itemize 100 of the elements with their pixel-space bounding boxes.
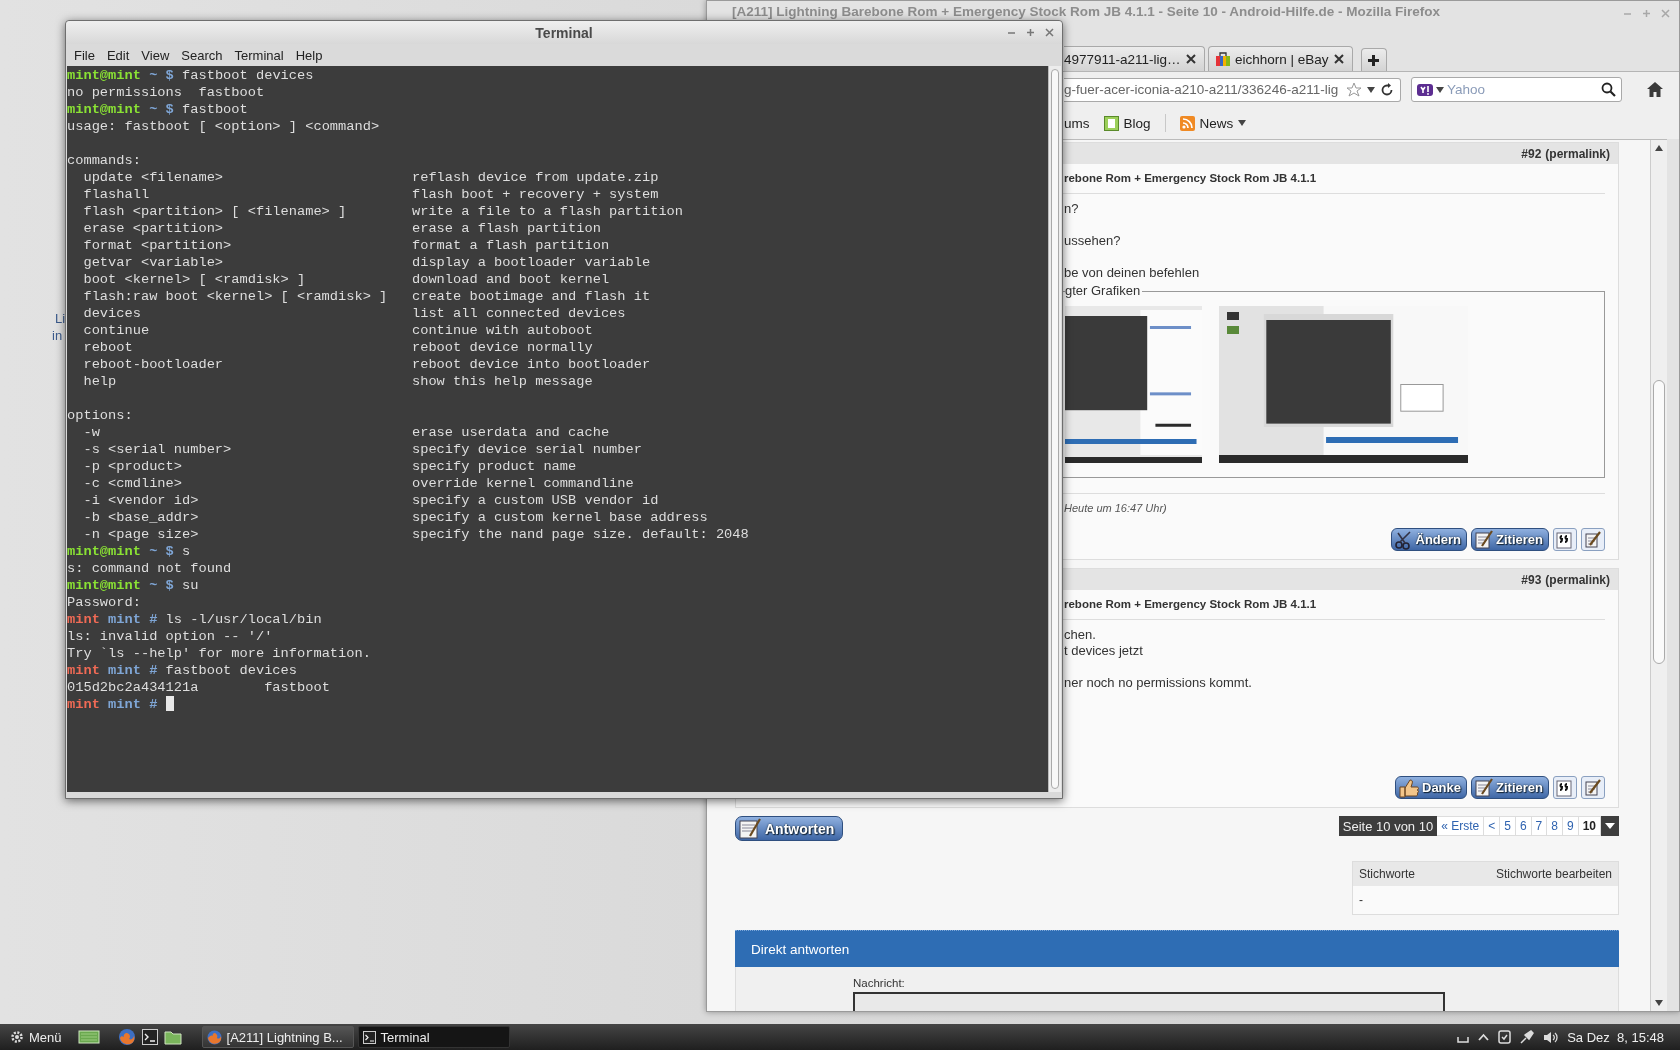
maximize-icon[interactable]	[1026, 28, 1035, 37]
dropdown-icon[interactable]	[1367, 86, 1375, 93]
edit-button[interactable]: Ändern	[1390, 528, 1468, 551]
scrollbar[interactable]	[1650, 140, 1667, 1011]
window-title: Terminal	[535, 24, 593, 41]
permalink-link[interactable]: (permalink)	[1545, 572, 1610, 587]
clock[interactable]: Sa Dez 8, 15:48	[1567, 1029, 1664, 1045]
help-command: -w	[83, 424, 100, 441]
volume-icon[interactable]	[1543, 1030, 1560, 1044]
menu-item[interactable]: Edit	[100, 45, 136, 65]
browser-tab[interactable]: 4977911-a211-lig…	[1064, 46, 1205, 71]
home-icon[interactable]	[1646, 81, 1664, 98]
menu-item[interactable]: Terminal	[228, 45, 290, 65]
document-pencil-icon	[1584, 530, 1602, 549]
terminal-command: s	[182, 544, 191, 559]
quote-button[interactable]: Zitieren	[1471, 528, 1549, 551]
help-command: reboot-bootloader	[83, 356, 224, 373]
terminal-command: ls -l/usr/local/bin	[165, 612, 322, 627]
shopping-bag-icon	[1215, 51, 1231, 67]
menu-button[interactable]: Menü	[6, 1026, 66, 1048]
bookmark-item[interactable]: Blog	[1103, 115, 1151, 131]
help-command: -c <cmdline>	[83, 475, 182, 492]
scrollbar[interactable]	[1048, 66, 1061, 792]
scrollbar-thumb[interactable]	[1653, 380, 1665, 664]
address-field[interactable]: g-fuer-acer-iconia-a210-a211/336246-a211-lig	[1064, 82, 1341, 97]
bookmark-star-icon[interactable]	[1346, 81, 1362, 98]
taskbar-button[interactable]: Terminal	[357, 1026, 510, 1048]
edit-note: Heute um 16:47 Uhr)	[1064, 502, 1167, 514]
address-bar[interactable]: g-fuer-acer-iconia-a210-a211/336246-a211-lig	[1064, 77, 1401, 102]
help-command: devices	[83, 305, 141, 322]
post-text: n?	[1064, 201, 1079, 217]
help-description: specify a custom kernel base address	[411, 509, 708, 526]
permalink-link[interactable]: (permalink)	[1545, 146, 1610, 161]
thanks-button[interactable]: Danke	[1395, 776, 1468, 799]
scroll-down-arrow-icon[interactable]	[1654, 999, 1664, 1007]
search-icon[interactable]	[1601, 82, 1616, 97]
post-title: rebone Rom + Emergency Stock Rom JB 4.1.1	[1064, 598, 1317, 612]
quick-edit-button[interactable]	[1581, 528, 1605, 551]
multi-quote-button[interactable]	[1553, 776, 1577, 799]
post-number[interactable]: #93	[1521, 572, 1542, 587]
browser-tab[interactable]: eichhorn | eBay	[1208, 46, 1353, 71]
blog-icon	[1103, 115, 1119, 131]
help-description: reflash device from update.zip	[411, 169, 659, 186]
firefox-icon[interactable]	[117, 1028, 136, 1046]
up-caret-icon[interactable]	[1478, 1033, 1490, 1041]
terminal-command: fastboot devices	[165, 663, 297, 678]
reload-icon[interactable]	[1380, 82, 1394, 97]
update-shield-icon[interactable]	[1498, 1030, 1512, 1044]
new-tab-button[interactable]	[1360, 48, 1387, 71]
post-title: rebone Rom + Emergency Stock Rom JB 4.1.1	[1064, 172, 1317, 186]
close-icon[interactable]	[1186, 54, 1196, 64]
search-bar[interactable]: Yahoo	[1411, 77, 1622, 102]
help-command: continue	[83, 322, 150, 339]
terminal-output: commands:	[67, 153, 141, 168]
menu-item[interactable]: Search	[175, 45, 229, 65]
menu-item[interactable]: File	[68, 45, 101, 65]
post-text: ussehen?	[1064, 233, 1121, 249]
taskbar-button[interactable]: [A211] Lightning B...	[201, 1026, 354, 1048]
help-description: write a file to a flash partition	[411, 203, 684, 220]
show-desktop-icon[interactable]	[77, 1029, 100, 1045]
page-menu-button[interactable]	[1601, 816, 1619, 836]
terminal-prompt: mint@mint ~ $	[67, 544, 174, 559]
help-command: -s <serial number>	[83, 441, 232, 458]
page-link[interactable]: 10	[1578, 816, 1601, 836]
firefox-icon	[206, 1029, 222, 1045]
quick-edit-button[interactable]	[1581, 776, 1605, 799]
page-indicator: Seite 10 von 10	[1338, 816, 1438, 836]
terminal-output: ls: invalid option -- '/'	[67, 629, 273, 644]
bookmark-item[interactable]: ums	[1064, 115, 1090, 131]
reply-button[interactable]: Antworten	[735, 816, 844, 841]
terminal-output: usage: fastboot [ <option> ] <command>	[67, 119, 380, 134]
menu-item[interactable]: View	[135, 45, 176, 65]
post-text: ner noch no permissions kommt.	[1064, 675, 1252, 691]
desktop-icon-label[interactable]: in	[52, 328, 63, 343]
rss-feed-icon	[1179, 115, 1195, 131]
edit-tags-link[interactable]: Stichworte bearbeiten	[1495, 867, 1612, 881]
help-command: flash <partition> [ <filename> ]	[83, 203, 347, 220]
menu-item[interactable]: Help	[289, 45, 329, 65]
help-command: format <partition>	[83, 237, 232, 254]
help-command: getvar <variable>	[83, 254, 224, 271]
first-page-link[interactable]: « Erste	[1437, 816, 1485, 836]
multi-quote-button[interactable]	[1553, 528, 1577, 551]
search-field[interactable]: Yahoo	[1447, 82, 1598, 97]
plug-icon[interactable]	[1520, 1030, 1535, 1044]
bookmark-item[interactable]: News	[1179, 115, 1247, 131]
dropdown-icon[interactable]	[1436, 86, 1444, 93]
post-number[interactable]: #92	[1521, 146, 1542, 161]
search-engine-icon[interactable]	[1417, 82, 1433, 97]
page-link[interactable]: 8	[1547, 816, 1563, 836]
folder-icon[interactable]	[163, 1029, 182, 1045]
close-icon[interactable]	[1333, 54, 1344, 64]
page-link[interactable]: 5	[1500, 816, 1516, 836]
quote-button[interactable]: Zitieren	[1471, 776, 1549, 799]
terminal-icon[interactable]	[141, 1029, 158, 1045]
desktop-icon-label[interactable]: Li	[55, 311, 66, 326]
previous-page-link[interactable]: <	[1484, 816, 1501, 836]
help-description: reboot device normally	[411, 339, 593, 356]
terminal-command: fastboot devices	[182, 68, 314, 83]
scroll-up-arrow-icon[interactable]	[1654, 144, 1664, 152]
help-command: -p <product>	[83, 458, 182, 475]
